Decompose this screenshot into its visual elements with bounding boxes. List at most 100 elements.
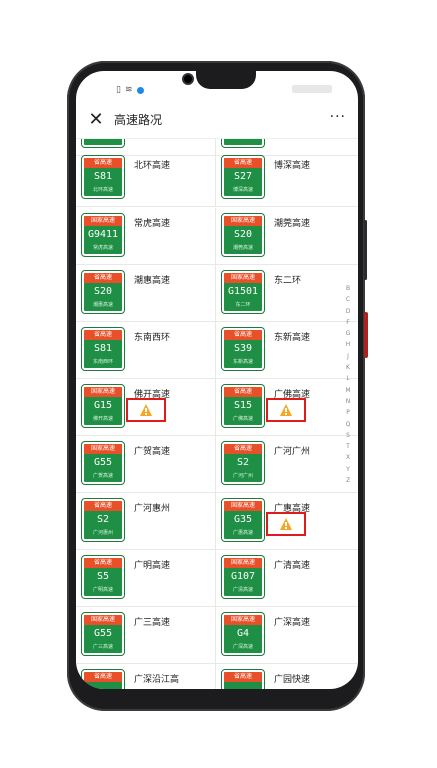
index-letter[interactable]: X	[346, 452, 350, 463]
construction-marker	[126, 398, 166, 422]
sign-band: 国家高速	[224, 558, 262, 568]
index-letter[interactable]: D	[346, 306, 351, 317]
highway-list: 省高速省高速S81北环高速北环高速省高速S27博深高速博深高速国家高速G9411…	[76, 139, 358, 689]
highway-item[interactable]: 国家高速 G35 广惠高速 广惠高速	[216, 493, 355, 550]
highway-item[interactable]: 省高速 S15 广佛高速 广佛高速	[216, 379, 355, 436]
sign-subtitle: 广明高速	[92, 587, 113, 593]
index-letter[interactable]: G	[346, 328, 351, 339]
highway-item[interactable]: 国家高速 G107 广清高速 广清高速	[216, 550, 355, 607]
more-button[interactable]: ···	[330, 109, 346, 125]
sign-code: S20	[93, 286, 113, 297]
highway-row: 国家高速 G55 广三高速 广三高速 国家高速 G4 广深高速 广深高速	[76, 607, 358, 664]
index-letter[interactable]: L	[346, 373, 349, 384]
highway-sign: 省高速 S2 广河惠州	[81, 498, 125, 542]
column-divider	[215, 379, 216, 435]
index-letter[interactable]: M	[345, 385, 350, 396]
status-bar: ▯ ≋	[76, 71, 358, 101]
sign-band: 省高速	[84, 672, 122, 682]
highway-name: 北环高速	[134, 161, 171, 171]
highway-item[interactable]: 国家高速 G15 佛开高速 佛开高速	[76, 379, 215, 436]
highway-sign: 省高速	[81, 139, 125, 148]
index-letter[interactable]: J	[347, 351, 349, 362]
sign-band: 省高速	[224, 330, 262, 340]
sign-subtitle: 东南西环	[92, 359, 113, 365]
camera-notch	[196, 71, 256, 89]
highway-item[interactable]: 省高速 广园快速	[216, 664, 355, 689]
more-icon: ···	[329, 109, 346, 125]
close-button[interactable]: ✕	[84, 108, 108, 132]
highway-sign: 省高速 S20 潮惠高速	[81, 270, 125, 314]
sign-band: 省高速	[224, 387, 262, 397]
index-letter[interactable]: B	[346, 283, 350, 294]
highway-name: 常虎高速	[134, 219, 171, 229]
sign-code: G1501	[227, 286, 259, 297]
column-divider	[215, 208, 216, 264]
app-header: ✕ 高速路况 ···	[76, 101, 358, 139]
index-letter[interactable]: Y	[346, 464, 350, 475]
index-letter[interactable]: T	[346, 441, 350, 452]
sign-code: G9411	[87, 229, 119, 240]
index-letter[interactable]: C	[346, 294, 350, 305]
highway-row: 省高速 S20 潮惠高速 潮惠高速 国家高速 G1501 东二环 东二环	[76, 265, 358, 322]
highway-item[interactable]: 省高速 S27 博深高速 博深高速	[216, 150, 355, 207]
highway-item[interactable]: 国家高速 G55 广三高速 广三高速	[76, 607, 215, 664]
highway-sign: 省高速	[221, 669, 265, 689]
column-divider	[215, 664, 216, 689]
alphabet-index[interactable]: BCDFGHJKLMNPQSTXYZ	[342, 283, 354, 486]
index-letter[interactable]: K	[346, 362, 350, 373]
highway-item[interactable]: 省高速 S81 东南西环 东南西环	[76, 322, 215, 379]
column-divider	[215, 607, 216, 663]
highway-name: 东南西环	[134, 333, 171, 343]
highway-item[interactable]: 省高速 S5 广明高速 广明高速	[76, 550, 215, 607]
highway-name: 广深沿江高	[134, 675, 180, 685]
volume-button	[364, 220, 367, 280]
sign-subtitle: 广佛高速	[232, 416, 253, 422]
highway-item[interactable]: 省高速 S2 广河惠州 广河惠州	[76, 493, 215, 550]
sign-subtitle: 常虎高速	[92, 245, 113, 251]
highway-name: 广贺高速	[134, 447, 171, 457]
wifi-icon: ≋	[124, 85, 133, 95]
highway-sign: 省高速 S27 博深高速	[221, 155, 265, 199]
highway-item[interactable]: 国家高速 G1501 东二环 东二环	[216, 265, 355, 322]
highway-item[interactable]: 国家高速 G9411 常虎高速 常虎高速	[76, 208, 215, 265]
sign-code: G107	[230, 571, 256, 582]
sign-band: 国家高速	[224, 615, 262, 625]
sign-subtitle: 广河惠州	[92, 530, 113, 536]
sign-subtitle: 广清高速	[232, 587, 253, 593]
highway-sign: 国家高速 G1501 东二环	[221, 270, 265, 314]
highway-item[interactable]: 国家高速 S20 潮莞高速 潮莞高速	[216, 208, 355, 265]
highway-item[interactable]: 省高速 广深沿江高	[76, 664, 215, 689]
highway-name: 广深高速	[274, 618, 311, 628]
sign-band: 国家高速	[224, 273, 262, 283]
index-letter[interactable]: N	[346, 396, 351, 407]
highway-item[interactable]: 国家高速 G4 广深高速 广深高速	[216, 607, 355, 664]
column-divider	[215, 150, 216, 206]
index-letter[interactable]: Z	[346, 475, 350, 486]
construction-icon	[280, 404, 292, 416]
highway-name: 广明高速	[134, 561, 171, 571]
highway-item[interactable]: 省高速 S81 北环高速 北环高速	[76, 150, 215, 207]
index-letter[interactable]: H	[346, 339, 351, 350]
sign-subtitle: 潮惠高速	[92, 302, 113, 308]
construction-icon	[140, 404, 152, 416]
index-letter[interactable]: P	[346, 407, 350, 418]
highway-row: 国家高速 G9411 常虎高速 常虎高速 国家高速 S20 潮莞高速 潮莞高速	[76, 208, 358, 265]
sign-code: S2	[96, 514, 110, 525]
sign-subtitle: 佛开高速	[92, 416, 113, 422]
sign-subtitle: 广三高速	[92, 644, 113, 650]
index-letter[interactable]: Q	[346, 419, 351, 430]
sign-code: G4	[236, 628, 250, 639]
highway-item[interactable]: 省高速 S20 潮惠高速 潮惠高速	[76, 265, 215, 322]
sign-code: S27	[233, 171, 253, 182]
sign-subtitle: 广深高速	[232, 644, 253, 650]
index-letter[interactable]: S	[346, 430, 350, 441]
highway-row: 省高速 S2 广河惠州 广河惠州 国家高速 G35 广惠高速 广惠高速	[76, 493, 358, 550]
construction-icon	[280, 518, 292, 530]
highway-sign: 国家高速 S20 潮莞高速	[221, 213, 265, 257]
highway-item[interactable]: 国家高速 G55 广贺高速 广贺高速	[76, 436, 215, 493]
column-divider	[215, 265, 216, 321]
highway-item[interactable]: 省高速 S2 广河广州 广河广州	[216, 436, 355, 493]
index-letter[interactable]: F	[346, 317, 349, 328]
highway-item[interactable]: 省高速 S39 东新高速 东新高速	[216, 322, 355, 379]
sign-band: 国家高速	[224, 501, 262, 511]
